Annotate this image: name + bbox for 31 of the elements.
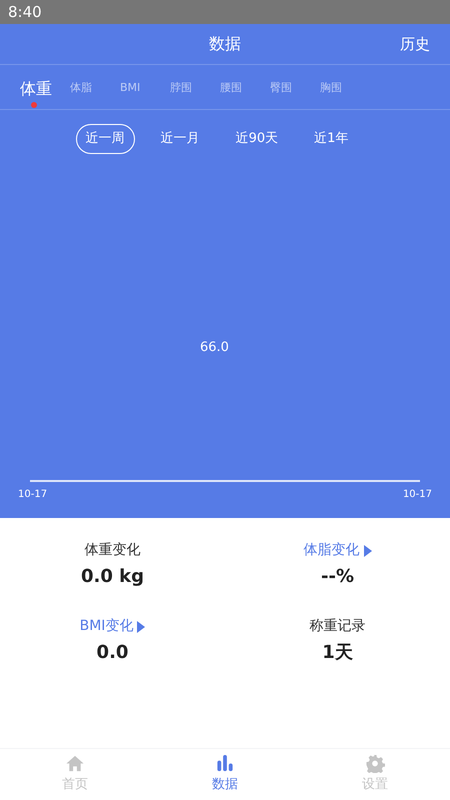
- tab[interactable]: 胸围: [320, 70, 370, 104]
- settings-icon: [365, 754, 385, 774]
- triangle-icon: [364, 544, 372, 556]
- stat-value: 0.0 kg: [80, 565, 144, 589]
- tab[interactable]: 体脂: [70, 70, 120, 104]
- nav-tab[interactable]: 数据: [150, 749, 300, 800]
- tab[interactable]: 腰围: [220, 70, 270, 104]
- triangle-icon: [137, 620, 146, 632]
- tab[interactable]: 体重: [20, 66, 70, 108]
- stat-link[interactable]: 体脂变化: [304, 540, 372, 561]
- page-title: 数据: [209, 33, 241, 55]
- tab[interactable]: BMI: [120, 70, 170, 104]
- stat-label: 称重记录: [310, 617, 366, 636]
- range-button[interactable]: 近1年: [304, 124, 358, 154]
- axis-label: 10-17: [18, 488, 48, 502]
- stat-label: 体重变化: [84, 541, 140, 560]
- data-label: 66.0: [200, 339, 229, 357]
- stat-link[interactable]: BMI变化: [80, 616, 146, 637]
- axis-label: 10-17: [402, 488, 432, 502]
- stat-value: --%: [321, 565, 354, 589]
- range-button[interactable]: 近90天: [226, 124, 288, 154]
- stat-value: 1天: [322, 641, 353, 665]
- range-button[interactable]: 近一月: [150, 124, 210, 154]
- bar-chart-icon: [215, 754, 235, 774]
- range-button[interactable]: 近一周: [76, 124, 135, 154]
- tab[interactable]: 臀围: [270, 70, 320, 104]
- stat-value: 0.0: [96, 641, 128, 665]
- tab[interactable]: 脖围: [170, 70, 220, 104]
- history-button[interactable]: 历史: [400, 32, 430, 56]
- home-icon: [65, 754, 85, 774]
- status-time: 8:40: [8, 2, 42, 23]
